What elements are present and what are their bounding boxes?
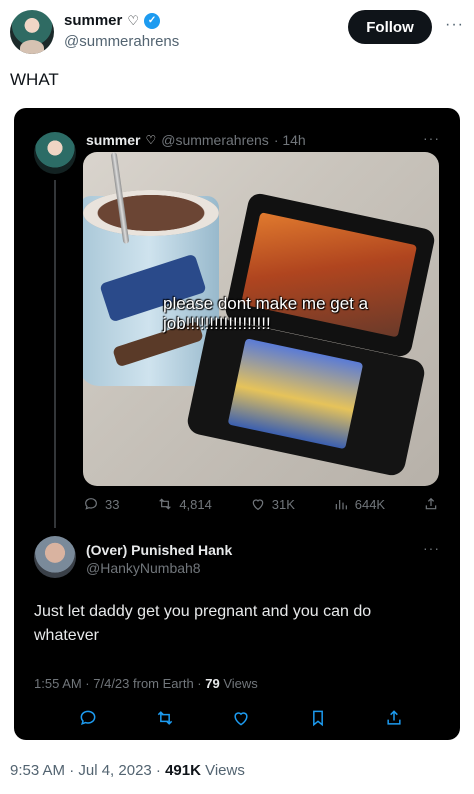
- quoted-name-row: summer ♡ @summerahrens · 14h: [86, 132, 306, 148]
- reply-more-icon: ···: [423, 540, 440, 556]
- embedded-screenshot[interactable]: summer ♡ @summerahrens · 14h ··· please …: [14, 108, 460, 740]
- tweet-views-count: 491K: [165, 762, 201, 779]
- reply-count: 33: [105, 496, 120, 512]
- thread-line: [54, 180, 56, 528]
- retweet-icon: [159, 498, 172, 510]
- like-count: 31K: [271, 496, 295, 512]
- reply-meta: 1:55 AM · 7/4/23 from Earth · 79 Views: [34, 676, 258, 691]
- like-stat: 31K: [250, 496, 295, 512]
- reply-views-label: Views: [219, 676, 258, 691]
- tweet-timestamp[interactable]: 9:53 AM · Jul 4, 2023 ·: [10, 762, 165, 779]
- reply-handle: @HankyNumbah8: [86, 560, 201, 576]
- author-name[interactable]: summer: [64, 12, 122, 29]
- views-icon: [335, 500, 347, 510]
- quoted-more-icon: ···: [423, 130, 440, 146]
- retweet-count: 4,814: [179, 496, 212, 512]
- reply-stat: 33: [83, 496, 119, 512]
- author-handle[interactable]: @summerahrens: [64, 33, 179, 50]
- bottom-screen-display: [227, 338, 364, 450]
- author-avatar[interactable]: [10, 10, 54, 54]
- follow-button[interactable]: Follow: [348, 10, 432, 44]
- handheld-console: [185, 191, 437, 478]
- quoted-actions: 33 4,814 31K 644K: [83, 494, 439, 514]
- reply-views-count: 79: [205, 676, 220, 691]
- verified-badge-icon: ✓: [144, 12, 161, 29]
- heart-icon: ♡: [145, 133, 157, 147]
- reply-actions: [34, 706, 440, 730]
- quoted-avatar: [34, 132, 76, 174]
- quoted-name: summer: [86, 132, 141, 148]
- share-icon: [387, 710, 401, 725]
- retweet-stat: 4,814: [157, 496, 212, 512]
- tweet-header: summer ♡ ✓ @summerahrens Follow ···: [10, 10, 464, 54]
- quoted-photo: please dont make me get a job!!!!!!!!!!!…: [83, 152, 439, 486]
- quoted-time: · 14h: [273, 132, 306, 148]
- more-options-icon[interactable]: ···: [445, 16, 464, 34]
- views-count: 644K: [354, 496, 386, 512]
- retweet-icon: [157, 711, 172, 725]
- views-stat: 644K: [333, 496, 385, 512]
- heart-icon: ♡: [127, 13, 140, 28]
- reply-icon: [85, 498, 97, 510]
- tweet-timestamp-row: 9:53 AM · Jul 4, 2023 · 491K Views: [10, 762, 245, 779]
- photo-caption: please dont make me get a job!!!!!!!!!!!…: [163, 294, 369, 333]
- reply-avatar: [34, 536, 76, 578]
- quoted-handle: @summerahrens: [161, 132, 269, 148]
- heart-icon: [252, 499, 264, 511]
- reply-timestamp: 1:55 AM · 7/4/23 from Earth ·: [34, 676, 206, 691]
- tweet-text: WHAT: [10, 70, 59, 89]
- bookmark-icon: [312, 710, 323, 727]
- author-name-row: summer ♡ ✓: [64, 12, 161, 29]
- share-icon: [425, 497, 437, 510]
- reply-icon: [80, 710, 96, 726]
- reply-text: Just let daddy get you pregnant and you …: [34, 603, 372, 644]
- heart-icon: [234, 712, 248, 726]
- reply-name: (Over) Punished Hank: [86, 542, 233, 558]
- tweet-views-label: Views: [200, 762, 245, 779]
